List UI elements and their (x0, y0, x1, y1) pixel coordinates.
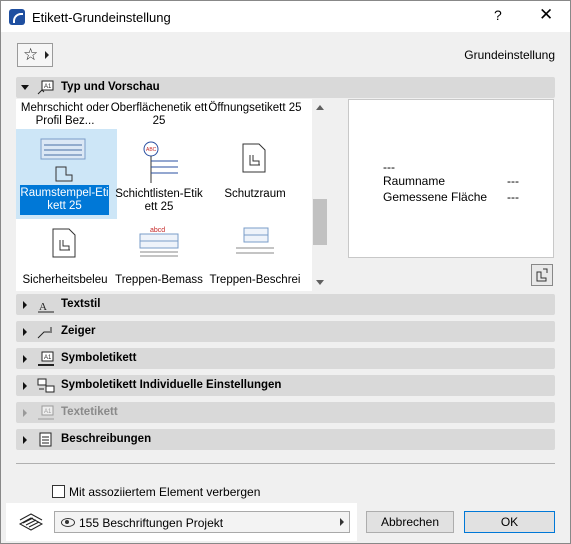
svg-text:A1: A1 (44, 84, 52, 90)
preview-room-name-value: --- (507, 174, 519, 188)
favorites-button[interactable]: ☆ (17, 43, 53, 67)
svg-text:A1: A1 (44, 355, 52, 361)
tile-label: Treppen-Bemass (115, 274, 203, 286)
tile-label: Schichtlisten-Etik ett 25 (115, 188, 203, 213)
pointer-icon (37, 327, 52, 339)
text-label-icon: A1 (38, 405, 54, 420)
tile-safety-light[interactable]: Sicherheitsbeleu (16, 222, 114, 288)
svg-text:A: A (39, 301, 47, 313)
section-label: Textetikett (61, 406, 118, 418)
document-icon (52, 228, 76, 258)
eye-icon (61, 518, 75, 527)
help-button[interactable]: ? (494, 7, 502, 23)
label-type-icon: A1 (37, 80, 54, 95)
collapse-icon (23, 301, 27, 309)
tile-label: Mehrschicht oder Profil Bez... (20, 102, 110, 127)
scroll-down-icon[interactable] (316, 280, 324, 285)
section-symbol-label-custom[interactable]: Symboletikett Individuelle Einstellungen (16, 375, 555, 396)
preset-name: Grundeinstellung (464, 48, 555, 62)
tile-opening[interactable]: Öffnungsetikett 25 (206, 102, 304, 115)
collapse-icon (23, 328, 27, 336)
preview-room-name: Raumname (383, 174, 446, 188)
preview-mode-icon (536, 268, 548, 282)
preview-line-1: --- (383, 160, 395, 174)
room-stamp-icon (40, 138, 86, 182)
layer-selector[interactable]: 155 Beschriftungen Projekt (54, 511, 350, 533)
preview-settings-button[interactable] (531, 264, 553, 286)
svg-text:A1: A1 (44, 409, 52, 415)
tile-stair-description[interactable]: Treppen-Beschrei (206, 222, 304, 288)
tile-shelter[interactable]: Schutzraum (206, 133, 304, 218)
cancel-button[interactable]: Abbrechen (366, 511, 454, 533)
tile-label: Sicherheitsbeleu (22, 274, 108, 286)
section-descriptions[interactable]: Beschreibungen (16, 429, 555, 450)
layers-icon (18, 513, 44, 531)
section-label: Symboletikett (61, 352, 137, 364)
star-icon: ☆ (23, 45, 39, 64)
stair-dimension-icon: abcd (139, 227, 179, 257)
tile-label: Schutzraum (224, 188, 286, 200)
section-type-preview[interactable]: A1 Typ und Vorschau (16, 77, 555, 98)
tile-surface[interactable]: Oberflächenetik ett 25 (110, 102, 208, 128)
svg-text:abcd: abcd (150, 227, 165, 234)
tile-multilayer[interactable]: Mehrschicht oder Profil Bez... (16, 102, 114, 128)
tile-label: Treppen-Beschrei (209, 274, 301, 286)
collapse-icon (23, 436, 27, 444)
tile-layer-list[interactable]: ABC Schichtlisten-Etik ett 25 (110, 133, 208, 218)
ok-button[interactable]: OK (464, 511, 555, 533)
scroll-thumb[interactable] (313, 199, 327, 245)
divider (16, 463, 555, 464)
document-icon (242, 143, 266, 173)
text-style-icon: A (38, 301, 54, 313)
title-bar: Etikett-Grundeinstellung ? ✕ (0, 0, 571, 32)
app-icon (9, 9, 25, 25)
section-label: Symboletikett Individuelle Einstellungen (61, 379, 282, 391)
window-title: Etikett-Grundeinstellung (32, 10, 171, 25)
close-button[interactable]: ✕ (539, 5, 553, 25)
hide-with-element-label[interactable]: Mit assoziiertem Element verbergen (69, 485, 260, 499)
section-symbol-label[interactable]: A1 Symboletikett (16, 348, 555, 369)
layer-list-icon: ABC (143, 141, 178, 183)
section-label: Beschreibungen (61, 433, 152, 445)
section-label: Typ und Vorschau (61, 81, 160, 93)
stair-description-icon (236, 227, 274, 254)
section-label: Textstil (61, 298, 101, 310)
label-preview: --- Raumname --- Gemessene Fläche --- (348, 99, 554, 258)
collapse-icon (23, 355, 27, 363)
custom-settings-icon (37, 378, 55, 393)
hide-with-element-checkbox[interactable] (52, 485, 65, 498)
section-text-style[interactable]: A Textstil (16, 294, 555, 315)
scroll-up-icon[interactable] (316, 105, 324, 110)
layer-name: 155 Beschriftungen Projekt (79, 516, 224, 530)
section-text-label: A1 Textetikett (16, 402, 555, 423)
tile-label: Oberflächenetik ett 25 (110, 102, 208, 127)
symbol-label-icon: A1 (38, 351, 54, 366)
preview-area-value: --- (507, 190, 519, 204)
expand-icon (21, 85, 29, 90)
tile-stair-dimension[interactable]: abcd Treppen-Bemass (110, 222, 208, 288)
chevron-right-icon (45, 51, 49, 59)
tile-label-selected[interactable]: Raumstempel-Eti kett 25 (20, 185, 109, 215)
section-pointer[interactable]: Zeiger (16, 321, 555, 342)
svg-text:ABC: ABC (146, 147, 157, 153)
gallery-scrollbar[interactable] (312, 99, 328, 291)
preview-area: Gemessene Fläche (383, 190, 488, 204)
collapse-icon (23, 382, 27, 390)
description-icon (39, 432, 52, 447)
chevron-right-icon (340, 518, 344, 526)
collapse-icon (23, 409, 27, 417)
tile-label: Öffnungsetikett 25 (208, 102, 302, 114)
section-label: Zeiger (61, 325, 96, 337)
